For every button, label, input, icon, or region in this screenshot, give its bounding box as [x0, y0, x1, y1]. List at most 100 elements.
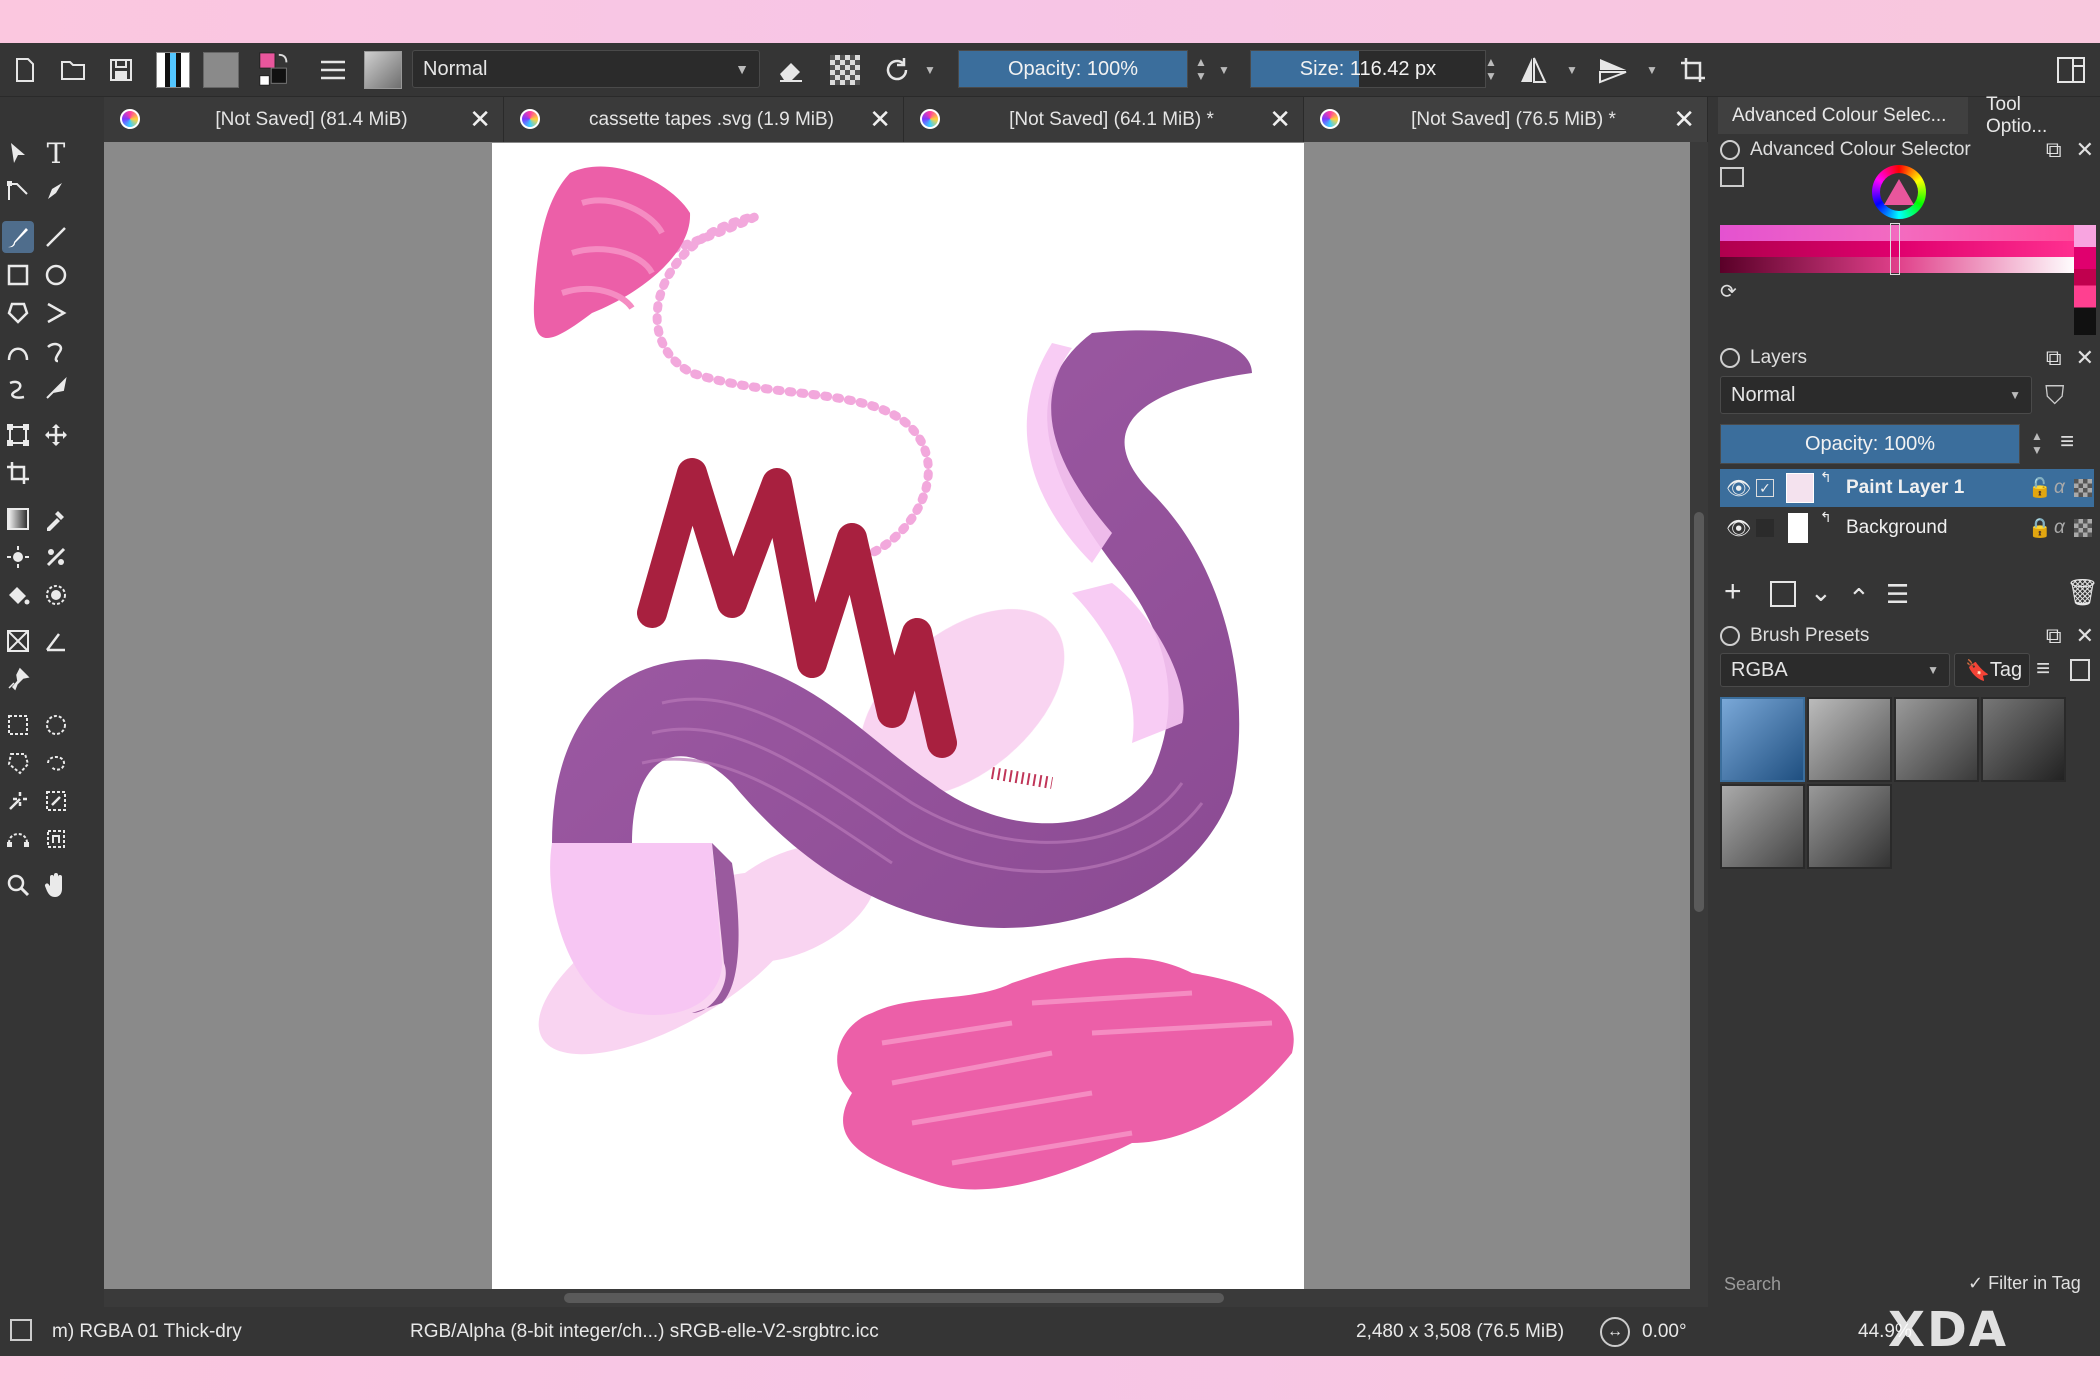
reload-preset-icon[interactable] — [878, 52, 916, 88]
brush-preset-tile[interactable] — [1807, 697, 1892, 782]
import-icon[interactable] — [2070, 659, 2090, 681]
chevron-down-icon[interactable]: ▼ — [1560, 52, 1584, 88]
size-spin-arrows[interactable]: ▲ ▼ — [1480, 50, 1502, 88]
fg-bg-color-selector[interactable] — [256, 52, 294, 88]
inherit-alpha-icon[interactable] — [2074, 479, 2092, 497]
duplicate-layer-icon[interactable] — [1770, 581, 1796, 607]
brush-preset-tile[interactable] — [1720, 697, 1805, 782]
eye-icon[interactable]: 👁 — [1726, 476, 1751, 501]
chevron-down-icon[interactable]: ▼ — [1212, 52, 1236, 88]
tab-advanced-colour-selector[interactable]: Advanced Colour Selec... — [1718, 97, 1968, 134]
fill-tool-icon[interactable] — [2, 579, 34, 611]
close-icon[interactable]: ✕ — [2076, 623, 2094, 649]
bezier-tool-icon[interactable] — [2, 335, 34, 367]
edit-shapes-tool-icon[interactable] — [2, 175, 34, 207]
colour-settings-icon[interactable] — [1720, 167, 1744, 187]
lock-icon[interactable]: 🔒 — [2028, 516, 2052, 540]
transform-tool-icon[interactable] — [2, 419, 34, 451]
colour-slider-handle[interactable] — [1890, 223, 1900, 275]
brush-preset-tile[interactable] — [1894, 697, 1979, 782]
hue-ring-selector[interactable] — [1872, 165, 1926, 219]
polygon-tool-icon[interactable] — [2, 297, 34, 329]
save-icon[interactable] — [102, 52, 140, 88]
layer-row[interactable]: 👁 ↰ Background 🔒 α — [1720, 509, 2094, 547]
brush-settings-icon[interactable] — [314, 52, 352, 88]
close-icon[interactable]: ✕ — [2076, 137, 2094, 163]
rectangular-selection-icon[interactable] — [2, 709, 34, 741]
close-icon[interactable]: ✕ — [469, 106, 491, 132]
image-size-label[interactable]: 2,480 x 3,508 (76.5 MiB) — [1356, 1321, 1564, 1343]
new-document-icon[interactable] — [6, 52, 44, 88]
inherit-alpha-icon[interactable] — [2074, 519, 2092, 537]
perspective-grid-tool-icon[interactable] — [2, 625, 34, 657]
move-layer-up-icon[interactable]: ⌃ — [1848, 583, 1870, 614]
select-shapes-tool-icon[interactable] — [2, 137, 34, 169]
add-layer-icon[interactable]: + — [1724, 575, 1742, 609]
brush-preset-tile[interactable] — [1720, 784, 1805, 869]
drawing-canvas[interactable] — [492, 143, 1304, 1289]
measure-tool-icon[interactable] — [40, 625, 72, 657]
contiguous-selection-icon[interactable] — [2, 785, 34, 817]
open-folder-icon[interactable] — [54, 52, 92, 88]
scrollbar-thumb[interactable] — [564, 1293, 1224, 1303]
dynamic-brush-tool-icon[interactable] — [2, 373, 34, 405]
text-tool-icon[interactable]: T — [40, 137, 72, 170]
polygonal-selection-icon[interactable] — [2, 747, 34, 779]
menu-icon[interactable]: ≡ — [2060, 428, 2074, 456]
checkbox-unchecked[interactable] — [1756, 519, 1774, 537]
tag-select[interactable]: 🔖 Tag — [1954, 653, 2030, 687]
vertical-scrollbar[interactable] — [1690, 142, 1708, 1289]
float-icon[interactable]: ⧉ — [2046, 137, 2062, 163]
float-icon[interactable]: ⧉ — [2046, 345, 2062, 371]
size-slider[interactable]: Size: 116.42 px — [1250, 50, 1486, 88]
brush-preset-tile[interactable] — [1981, 697, 2066, 782]
zoom-tool-icon[interactable] — [2, 869, 34, 901]
wrap-around-icon[interactable] — [1674, 52, 1712, 88]
rotation-icon[interactable]: ↔ — [1600, 1317, 1630, 1347]
move-layer-down-icon[interactable]: ⌄ — [1810, 577, 1832, 608]
canvas-area[interactable] — [104, 142, 1708, 1289]
lock-icon[interactable] — [1720, 626, 1740, 646]
refresh-icon[interactable]: ⟳ — [1720, 279, 1737, 304]
freehand-brush-tool-icon[interactable] — [2, 221, 34, 253]
mirror-horizontal-icon[interactable] — [1514, 52, 1552, 88]
calligraphy-tool-icon[interactable] — [40, 175, 72, 207]
chevron-down-icon[interactable]: ▼ — [918, 52, 942, 88]
delete-layer-icon[interactable]: 🗑 — [2066, 577, 2099, 608]
document-tab-active[interactable]: [Not Saved] (76.5 MiB) * ✕ — [1304, 97, 1708, 142]
document-tab[interactable]: cassette tapes .svg (1.9 MiB) ✕ — [504, 97, 904, 142]
lock-icon[interactable]: 🔓 — [2028, 476, 2052, 500]
magnetic-selection-icon[interactable] — [40, 823, 72, 855]
float-icon[interactable]: ⧉ — [2046, 623, 2062, 649]
scrollbar-thumb[interactable] — [1694, 512, 1704, 912]
enclose-fill-tool-icon[interactable] — [40, 579, 72, 611]
move-tool-icon[interactable] — [40, 419, 72, 451]
preset-resource-filter[interactable]: RGBA ▼ — [1720, 653, 1950, 687]
chevron-down-icon[interactable]: ▼ — [1640, 52, 1664, 88]
gradient-preset-icon[interactable] — [154, 52, 192, 88]
eye-icon[interactable]: 👁 — [1726, 516, 1751, 541]
preserve-alpha-icon[interactable] — [826, 52, 864, 88]
reference-images-tool-icon[interactable] — [2, 663, 34, 695]
pan-tool-icon[interactable] — [40, 869, 72, 901]
close-icon[interactable]: ✕ — [1673, 106, 1695, 132]
opacity-spin-arrows[interactable]: ▲ ▼ — [1190, 50, 1212, 88]
polyline-tool-icon[interactable] — [40, 297, 72, 329]
alpha-lock-icon[interactable]: α — [2054, 477, 2065, 499]
preset-search-input[interactable]: Search — [1720, 1271, 1958, 1299]
colour-history-strip[interactable] — [2074, 225, 2096, 335]
close-icon[interactable]: ✕ — [869, 106, 891, 132]
layer-row[interactable]: 👁 ✓ ↰ Paint Layer 1 🔓 α — [1720, 469, 2094, 507]
filter-in-tag-checkbox[interactable]: ✓ Filter in Tag — [1968, 1273, 2081, 1294]
brush-preset-chooser-icon[interactable] — [364, 51, 402, 89]
lock-icon[interactable] — [1720, 140, 1740, 160]
mirror-vertical-icon[interactable] — [1594, 52, 1632, 88]
multibrush-tool-icon[interactable] — [40, 373, 72, 405]
gradient-tool-icon[interactable] — [2, 503, 34, 535]
document-tab[interactable]: [Not Saved] (81.4 MiB) ✕ — [104, 97, 504, 142]
rotation-value[interactable]: 0.00° — [1642, 1321, 1687, 1343]
checkbox-checked[interactable]: ✓ — [1756, 479, 1774, 497]
layer-opacity-spin[interactable]: ▲ ▼ — [2026, 424, 2048, 462]
close-icon[interactable]: ✕ — [2076, 345, 2094, 371]
lock-icon[interactable] — [1720, 348, 1740, 368]
